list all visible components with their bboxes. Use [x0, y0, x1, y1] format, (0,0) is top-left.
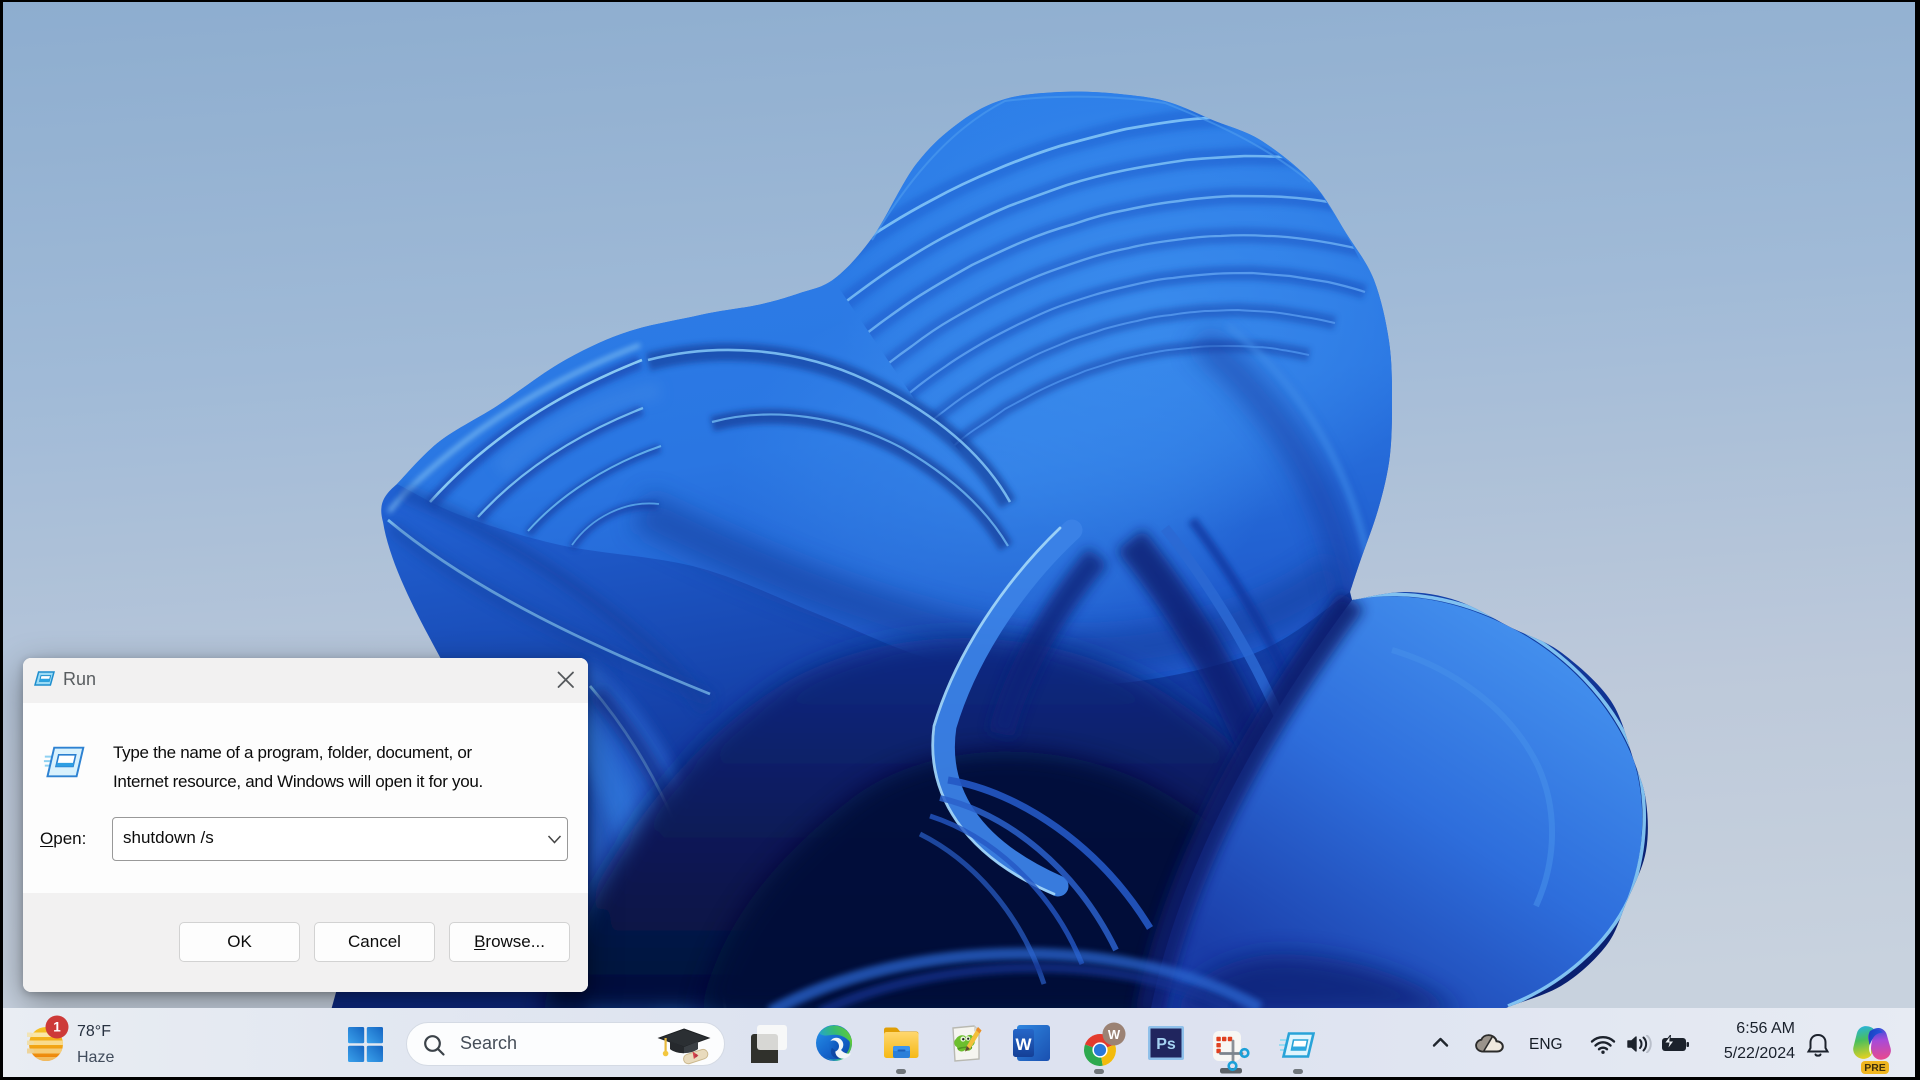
svg-text:PRE: PRE: [1864, 1062, 1886, 1074]
svg-text:W: W: [1108, 1027, 1121, 1042]
svg-text:Ps: Ps: [1156, 1036, 1176, 1053]
svg-text:1: 1: [53, 1020, 61, 1035]
svg-text:W: W: [1015, 1035, 1032, 1054]
